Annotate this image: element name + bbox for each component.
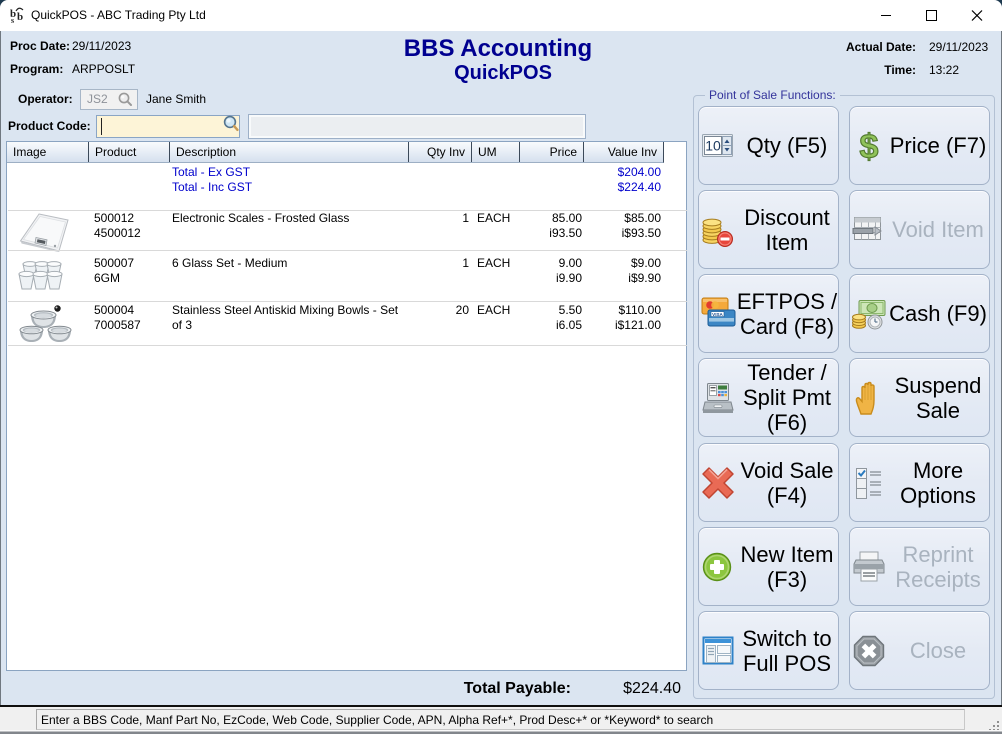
svg-text:b: b: [17, 11, 23, 23]
svg-text:$: $: [859, 129, 878, 163]
svg-text:VISA: VISA: [712, 312, 723, 317]
svg-text:s: s: [11, 16, 14, 25]
svg-text:10: 10: [705, 138, 721, 154]
